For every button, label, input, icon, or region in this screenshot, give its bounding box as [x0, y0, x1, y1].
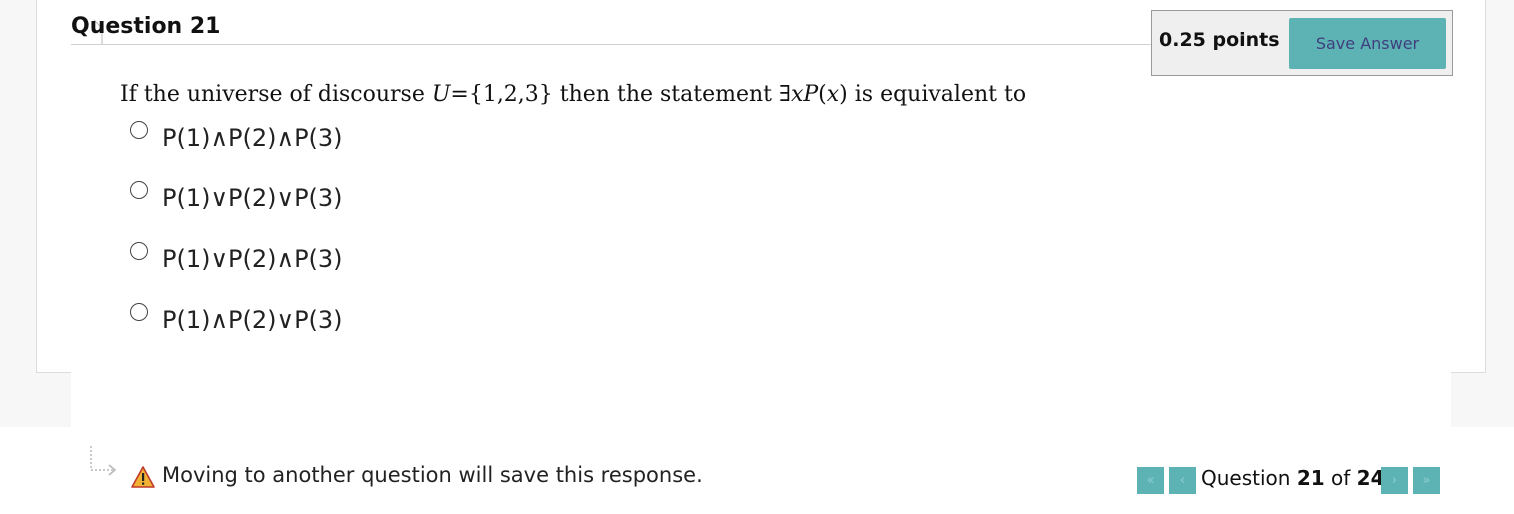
first-page-button[interactable]: « — [1137, 467, 1164, 494]
warning-icon — [131, 466, 155, 488]
radio-button[interactable] — [130, 242, 148, 260]
question-title: Question 21 — [71, 14, 221, 39]
first-page-icon: « — [1146, 473, 1155, 488]
radio-button[interactable] — [130, 121, 148, 139]
stem-math-x: x — [826, 82, 840, 107]
stem-text-post: ) is equivalent to — [839, 82, 1027, 107]
answer-option-label: P(1)∨P(2)∧P(3) — [162, 245, 343, 273]
nav-current: 21 — [1296, 466, 1325, 490]
answer-option[interactable]: P(1)∨P(2)∨P(3) — [130, 180, 343, 214]
answer-option[interactable]: P(1)∧P(2)∨P(3) — [130, 302, 343, 336]
points-value: 0.25 points — [1159, 29, 1280, 51]
question-stem: If the universe of discourse U={1,2,3} t… — [120, 82, 1026, 107]
answer-option-label: P(1)∧P(2)∧P(3) — [162, 124, 343, 152]
save-answer-button[interactable]: Save Answer — [1289, 18, 1446, 69]
last-page-icon: » — [1422, 473, 1431, 488]
radio-button[interactable] — [130, 303, 148, 321]
answer-option[interactable]: P(1)∨P(2)∧P(3) — [130, 241, 343, 275]
nav-of: of — [1331, 466, 1351, 490]
title-divider — [71, 44, 1153, 45]
last-page-button[interactable]: » — [1413, 467, 1440, 494]
return-arrow-icon — [90, 446, 117, 476]
next-page-button[interactable]: › — [1381, 467, 1408, 494]
stem-math-xp: xP — [790, 82, 819, 107]
answer-option-label: P(1)∧P(2)∨P(3) — [162, 306, 343, 334]
stem-text-mid: ={1,2,3} then the statement ∃ — [450, 82, 791, 107]
radio-button[interactable] — [130, 181, 148, 199]
stem-text-pre: If the universe of discourse — [120, 82, 432, 107]
answer-option-label: P(1)∨P(2)∨P(3) — [162, 184, 343, 212]
answer-option[interactable]: P(1)∧P(2)∧P(3) — [130, 120, 343, 154]
nav-prefix: Question — [1201, 466, 1291, 490]
stem-math-u: U — [431, 82, 451, 107]
question-position: Question 21 of 24 — [1201, 466, 1385, 490]
stem-text-paren: ( — [818, 82, 827, 107]
previous-page-button[interactable]: ‹ — [1169, 467, 1196, 494]
prev-page-icon: ‹ — [1179, 473, 1186, 488]
next-page-icon: › — [1391, 473, 1398, 488]
save-warning-message: Moving to another question will save thi… — [162, 463, 703, 487]
